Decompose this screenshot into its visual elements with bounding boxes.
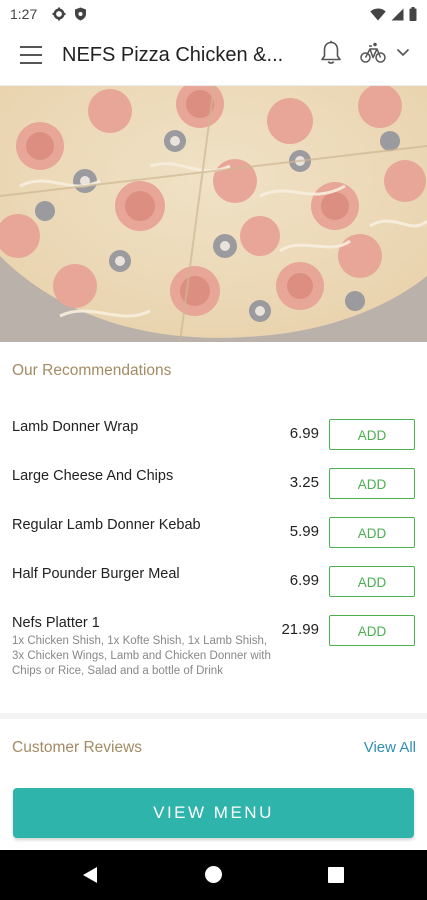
menu-icon[interactable] xyxy=(20,46,42,66)
system-nav-bar xyxy=(0,850,427,900)
item-price: 21.99 xyxy=(281,621,319,638)
item-name: Regular Lamb Donner Kebab xyxy=(12,517,201,533)
bike-icon[interactable] xyxy=(360,42,386,64)
shield-icon xyxy=(75,7,86,21)
item-name: Nefs Platter 1 xyxy=(12,615,100,631)
item-price: 6.99 xyxy=(289,572,319,589)
pizza-image xyxy=(0,86,427,342)
status-time: 1:27 xyxy=(10,6,38,22)
section-divider xyxy=(0,713,427,719)
status-bar: 1:27 xyxy=(0,0,427,28)
add-button[interactable]: ADD xyxy=(329,615,415,646)
wifi-icon xyxy=(370,8,386,20)
add-button[interactable]: ADD xyxy=(329,468,415,499)
hero-image xyxy=(0,86,427,342)
add-button[interactable]: ADD xyxy=(329,566,415,597)
bell-icon[interactable] xyxy=(320,40,342,66)
view-all-link[interactable]: View All xyxy=(364,739,416,756)
item-price: 6.99 xyxy=(289,425,319,442)
recommendations-title: Our Recommendations xyxy=(12,362,172,379)
app-bar: NEFS Pizza Chicken &... xyxy=(0,28,427,86)
item-name: Large Cheese And Chips xyxy=(12,468,174,484)
add-button[interactable]: ADD xyxy=(329,419,415,450)
back-icon[interactable] xyxy=(82,866,98,884)
item-price: 5.99 xyxy=(289,523,319,540)
item-name: Half Pounder Burger Meal xyxy=(12,566,180,582)
signal-icon xyxy=(391,8,404,20)
view-menu-button[interactable]: VIEW MENU xyxy=(13,788,414,838)
recents-icon[interactable] xyxy=(328,867,344,883)
reviews-title: Customer Reviews xyxy=(12,739,143,756)
chevron-down-icon[interactable] xyxy=(396,48,410,57)
item-price: 3.25 xyxy=(289,474,319,491)
page-title: NEFS Pizza Chicken &... xyxy=(62,44,284,66)
settings-icon xyxy=(52,7,66,21)
home-icon[interactable] xyxy=(205,866,222,883)
item-name: Lamb Donner Wrap xyxy=(12,419,139,435)
battery-icon xyxy=(409,7,417,21)
add-button[interactable]: ADD xyxy=(329,517,415,548)
item-description: 1x Chicken Shish, 1x Kofte Shish, 1x Lam… xyxy=(12,635,271,677)
